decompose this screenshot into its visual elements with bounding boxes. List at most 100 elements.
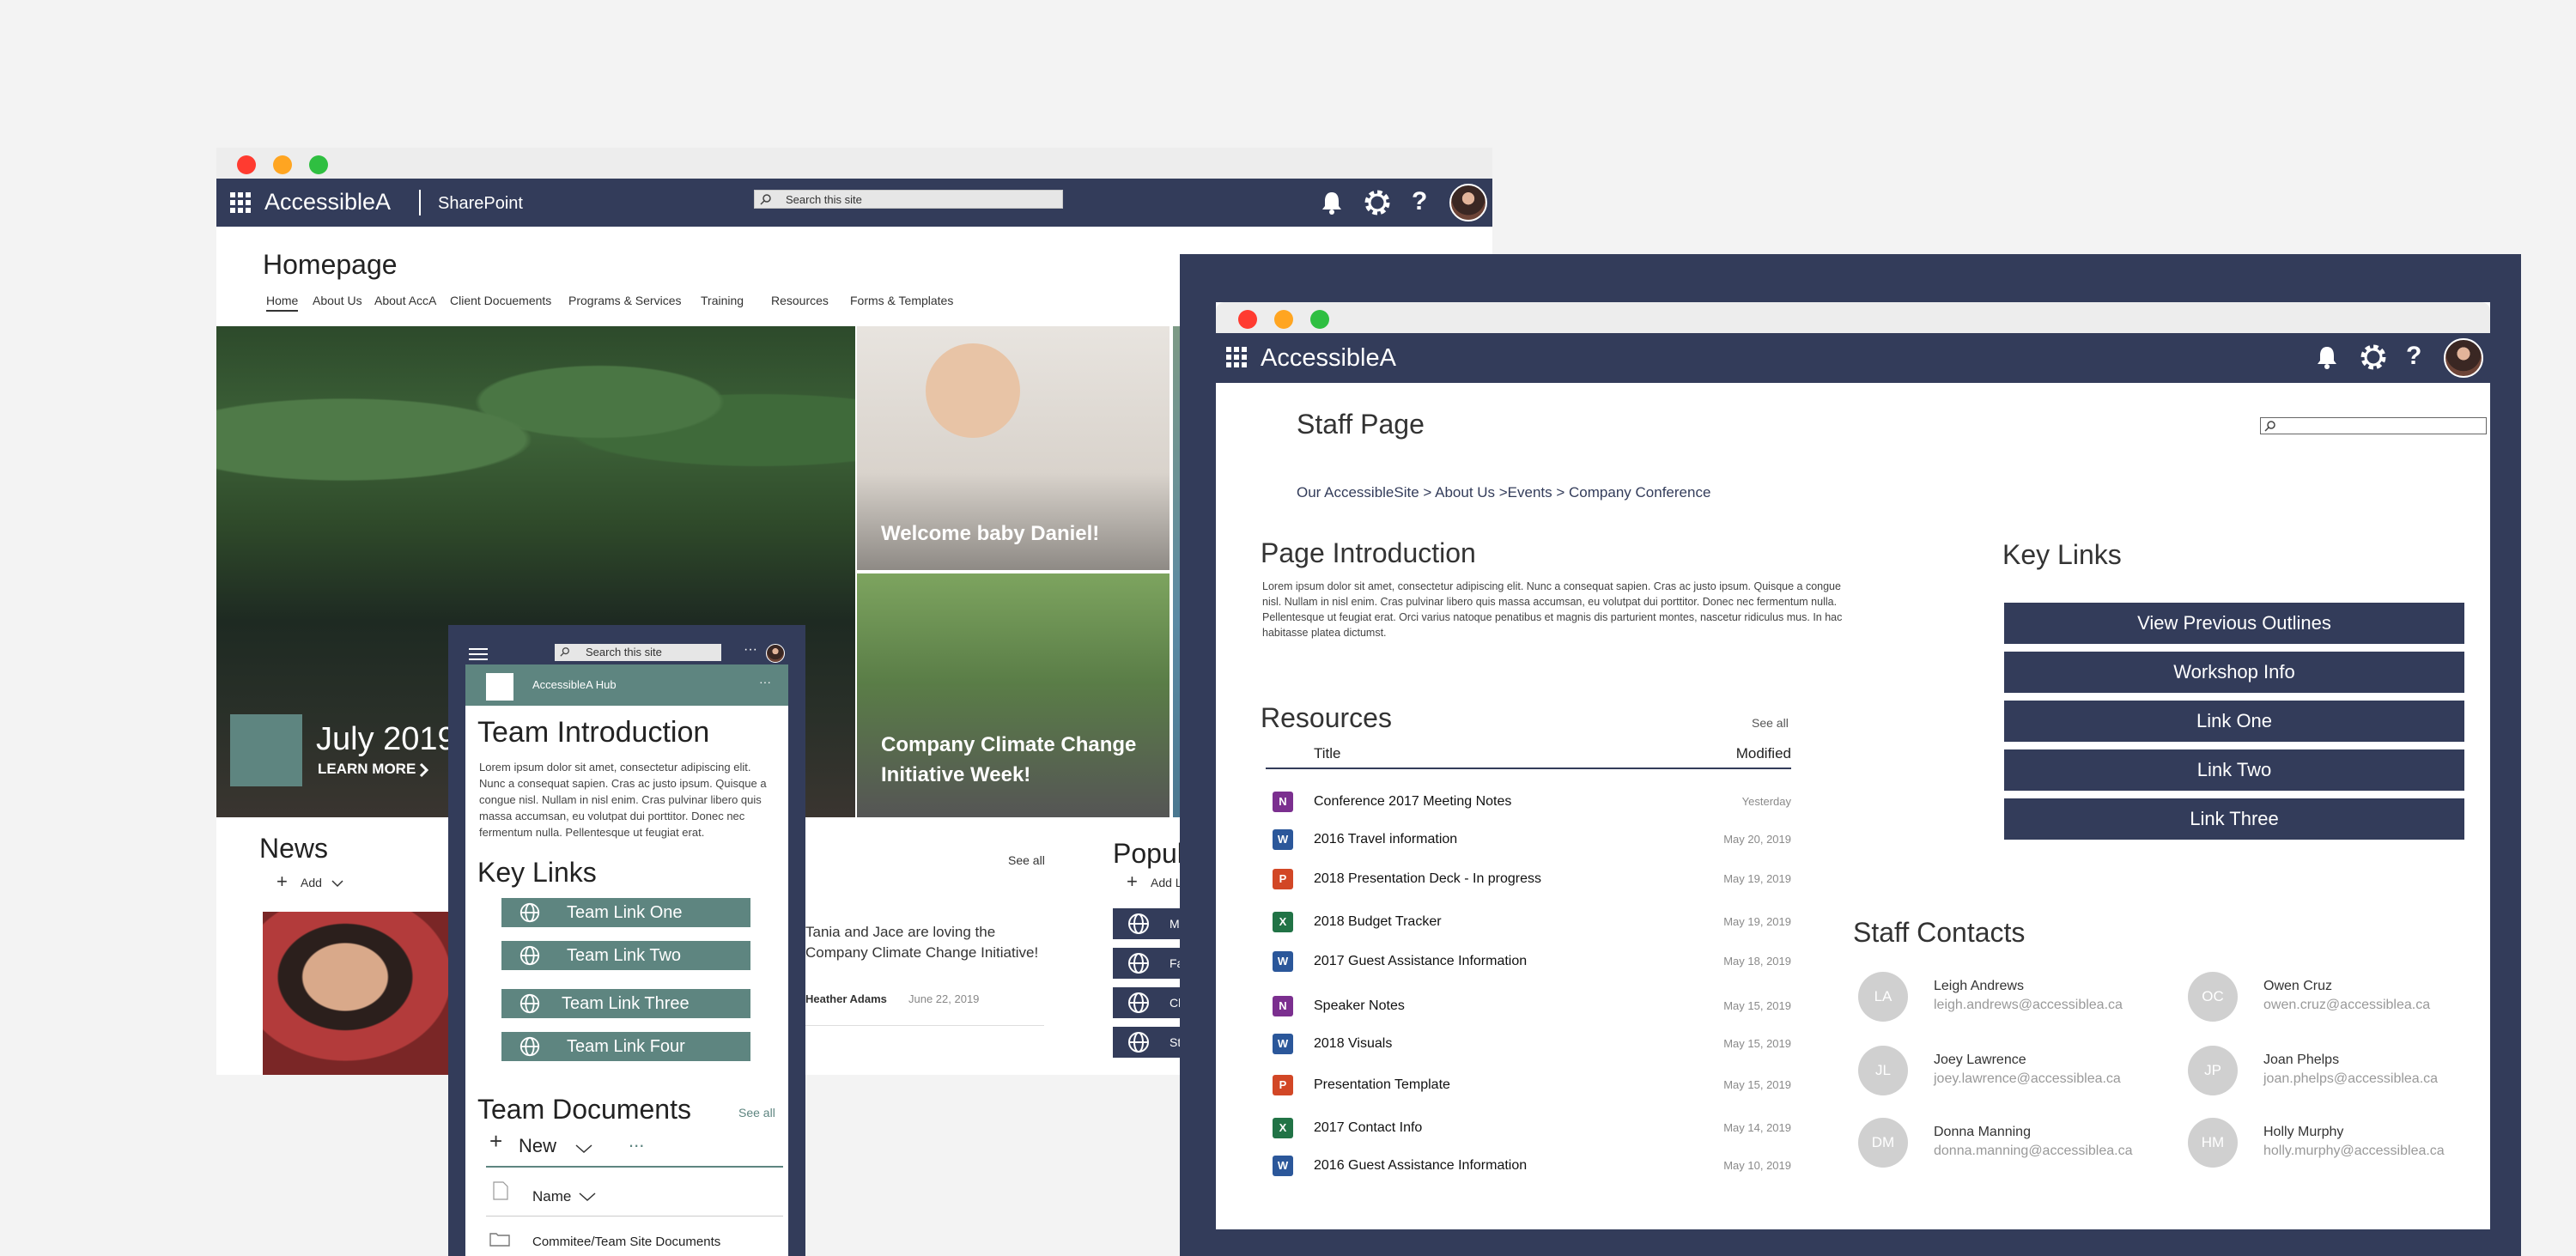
popular-link[interactable]: St: [1113, 1027, 1182, 1058]
news-add-icon[interactable]: +: [276, 871, 288, 893]
nav-training[interactable]: Training: [701, 294, 744, 307]
chevron-down-icon[interactable]: [575, 1144, 592, 1154]
resource-title[interactable]: Conference 2017 Meeting Notes: [1314, 794, 1511, 810]
resource-title[interactable]: Presentation Template: [1314, 1077, 1450, 1093]
resource-title[interactable]: 2017 Contact Info: [1314, 1120, 1422, 1136]
resource-title[interactable]: 2018 Visuals: [1314, 1036, 1392, 1052]
new-add-icon[interactable]: +: [489, 1128, 502, 1155]
resource-title[interactable]: 2018 Budget Tracker: [1314, 914, 1442, 930]
popular-add-icon[interactable]: +: [1127, 871, 1138, 893]
more-options-button[interactable]: ...: [629, 1130, 644, 1152]
maximize-window-button[interactable]: [309, 155, 328, 174]
link-three-button[interactable]: Link Three: [2004, 798, 2464, 840]
help-icon[interactable]: ?: [1412, 187, 1427, 216]
contact-card[interactable]: DM Donna Manning donna.manning@accessibl…: [1858, 1118, 2167, 1178]
resource-row[interactable]: P Presentation Template May 15, 2019: [1266, 1070, 1791, 1104]
nav-resources[interactable]: Resources: [771, 294, 829, 307]
contact-email[interactable]: owen.cruz@accessiblea.ca: [2263, 998, 2430, 1013]
help-icon[interactable]: ?: [2406, 342, 2421, 371]
popular-link[interactable]: Fa: [1113, 948, 1183, 979]
news-image[interactable]: [263, 912, 469, 1075]
news-item-text[interactable]: Tania and Jace are loving the Company Cl…: [805, 922, 1054, 963]
close-window-button[interactable]: [1238, 310, 1257, 329]
phone-user-avatar[interactable]: [766, 644, 785, 663]
resource-row[interactable]: P 2018 Presentation Deck - In progress May…: [1266, 864, 1791, 898]
resource-row[interactable]: X 2017 Contact Info May 14, 2019: [1266, 1113, 1791, 1147]
phone-search-input[interactable]: Search this site: [555, 644, 721, 661]
view-previous-outlines-button[interactable]: View Previous Outlines: [2004, 603, 2464, 644]
app-launcher-icon[interactable]: [1226, 347, 1247, 367]
modified-column-header[interactable]: Modified: [1736, 745, 1791, 762]
folder-item[interactable]: Commitee/Team Site Documents: [532, 1235, 720, 1249]
nav-home[interactable]: Home: [266, 294, 299, 312]
brand-name[interactable]: AccessibleA: [264, 189, 391, 215]
gear-icon[interactable]: [2358, 342, 2389, 373]
team-documents-see-all[interactable]: See all: [738, 1106, 775, 1119]
workshop-info-button[interactable]: Workshop Info: [2004, 652, 2464, 693]
hero-tile-climate[interactable]: Company Climate Change Initiative Week!: [857, 573, 1170, 817]
resource-row[interactable]: W 2016 Travel information May 20, 2019: [1266, 824, 1791, 859]
resource-title[interactable]: 2017 Guest Assistance Information: [1314, 954, 1527, 969]
maximize-window-button[interactable]: [1310, 310, 1329, 329]
contact-email[interactable]: donna.manning@accessiblea.ca: [1934, 1144, 2133, 1159]
app-name[interactable]: SharePoint: [438, 194, 523, 214]
close-window-button[interactable]: [237, 155, 256, 174]
bell-icon[interactable]: [1321, 191, 1343, 215]
resource-title[interactable]: 2018 Presentation Deck - In progress: [1314, 871, 1541, 887]
link-one-button[interactable]: Link One: [2004, 701, 2464, 742]
popular-link[interactable]: M: [1113, 908, 1182, 939]
user-avatar[interactable]: [1449, 184, 1487, 221]
contact-email[interactable]: holly.murphy@accessiblea.ca: [2263, 1144, 2445, 1159]
hub-more-icon[interactable]: ···: [759, 675, 771, 689]
resource-row[interactable]: W 2018 Visuals May 15, 2019: [1266, 1028, 1791, 1063]
nav-about-us[interactable]: About Us: [313, 294, 362, 307]
title-column-header[interactable]: Title: [1314, 745, 1341, 762]
nav-forms-templates[interactable]: Forms & Templates: [850, 294, 953, 307]
team-link-two-button[interactable]: Team Link Two: [501, 941, 750, 970]
resource-row[interactable]: X 2018 Budget Tracker May 19, 2019: [1266, 907, 1791, 941]
news-author[interactable]: Heather Adams: [805, 992, 887, 1005]
resource-row[interactable]: N Speaker Notes May 15, 2019: [1266, 991, 1791, 1025]
resource-title[interactable]: 2016 Guest Assistance Information: [1314, 1158, 1527, 1174]
team-link-three-button[interactable]: Team Link Three: [501, 989, 750, 1018]
hamburger-icon[interactable]: [469, 647, 488, 661]
resource-row[interactable]: W 2016 Guest Assistance Information May 10…: [1266, 1150, 1791, 1185]
contact-email[interactable]: joan.phelps@accessiblea.ca: [2263, 1071, 2438, 1087]
hero-learn-more[interactable]: LEARN MORE: [318, 761, 416, 778]
popular-add-label[interactable]: Add L: [1151, 876, 1182, 889]
chevron-down-icon[interactable]: [331, 879, 343, 888]
staff-search-input[interactable]: [2260, 417, 2487, 434]
resource-row[interactable]: N Conference 2017 Meeting Notes Yesterday: [1266, 786, 1791, 821]
contact-card[interactable]: LA Leigh Andrews leigh.andrews@accessibl…: [1858, 972, 2167, 1032]
search-input[interactable]: Search this site: [754, 190, 1063, 209]
contact-email[interactable]: joey.lawrence@accessiblea.ca: [1934, 1071, 2121, 1087]
nav-programs-services[interactable]: Programs & Services: [568, 294, 681, 307]
gear-icon[interactable]: [1362, 187, 1393, 218]
contact-card[interactable]: JP Joan Phelps joan.phelps@accessiblea.c…: [2188, 1046, 2490, 1106]
nav-client-documents[interactable]: Client Docuements: [450, 294, 551, 307]
news-add-label[interactable]: Add: [301, 876, 322, 889]
contact-card[interactable]: OC Owen Cruz owen.cruz@accessiblea.ca: [2188, 972, 2490, 1032]
nav-about-acca[interactable]: About AccA: [374, 294, 436, 307]
resource-row[interactable]: W 2017 Guest Assistance Information May 18…: [1266, 946, 1791, 980]
news-see-all[interactable]: See all: [1008, 853, 1045, 867]
resources-see-all[interactable]: See all: [1752, 716, 1789, 730]
user-avatar[interactable]: [2444, 338, 2483, 378]
resource-title[interactable]: 2016 Travel information: [1314, 832, 1457, 847]
hero-tile-baby[interactable]: Welcome baby Daniel!: [857, 326, 1170, 570]
team-link-four-button[interactable]: Team Link Four: [501, 1032, 750, 1061]
app-launcher-icon[interactable]: [230, 192, 251, 213]
brand-name[interactable]: AccessibleA: [1261, 344, 1396, 373]
resource-title[interactable]: Speaker Notes: [1314, 998, 1405, 1014]
contact-card[interactable]: HM Holly Murphy holly.murphy@accessiblea…: [2188, 1118, 2490, 1178]
minimize-window-button[interactable]: [1274, 310, 1293, 329]
chevron-down-icon[interactable]: [579, 1192, 596, 1202]
minimize-window-button[interactable]: [273, 155, 292, 174]
contact-email[interactable]: leigh.andrews@accessiblea.ca: [1934, 998, 2123, 1013]
name-column-header[interactable]: Name: [532, 1188, 571, 1205]
hub-name[interactable]: AccessibleA Hub: [532, 678, 617, 691]
team-link-one-button[interactable]: Team Link One: [501, 898, 750, 927]
breadcrumb[interactable]: Our AccessibleSite > About Us >Events > …: [1297, 484, 1710, 501]
phone-more-icon[interactable]: ···: [744, 642, 757, 658]
contact-card[interactable]: JL Joey Lawrence joey.lawrence@accessibl…: [1858, 1046, 2167, 1106]
